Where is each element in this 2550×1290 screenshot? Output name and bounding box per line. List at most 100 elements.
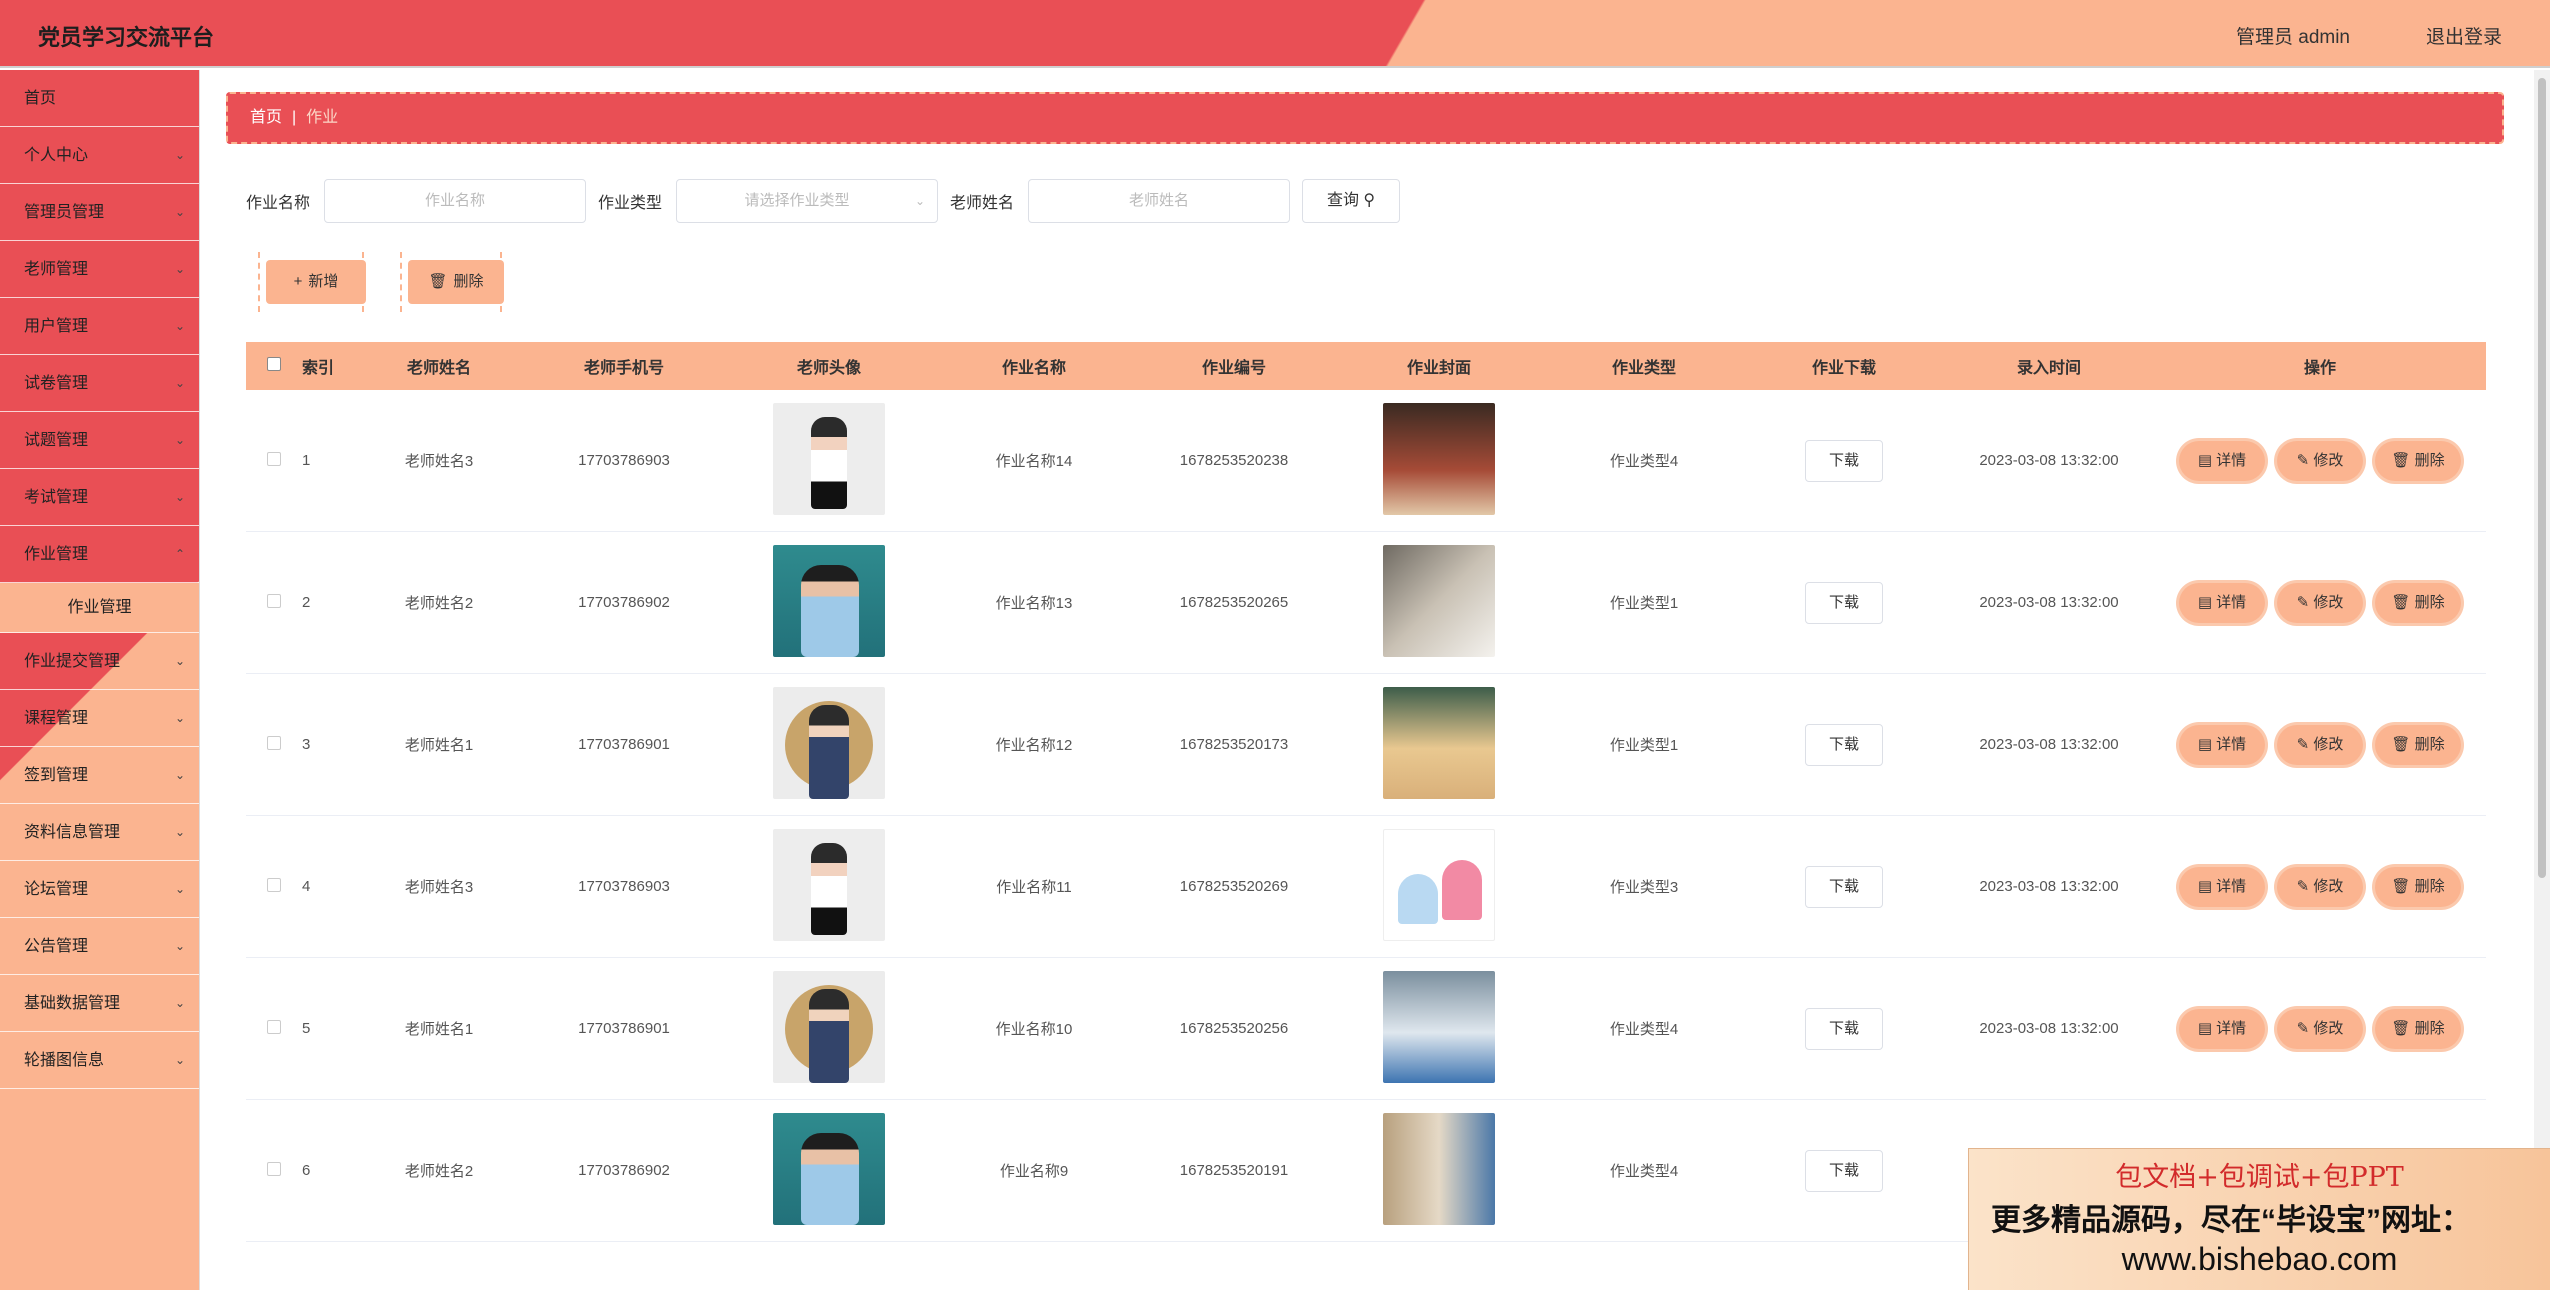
sidebar-item-exams[interactable]: 考试管理 ⌄	[0, 469, 199, 526]
promo-url[interactable]: www.bishebao.com	[1969, 1241, 2550, 1278]
homework-cover-image[interactable]	[1383, 402, 1495, 515]
sidebar-subitem-homework-manage[interactable]: 作业管理	[0, 583, 199, 633]
row-checkbox[interactable]	[267, 451, 281, 466]
detail-button[interactable]: ▤ 详情	[2179, 1008, 2265, 1049]
chevron-down-icon: ⌄	[174, 996, 185, 1010]
homework-name-cell: 作业名称11	[996, 879, 1072, 896]
detail-button[interactable]: ▤ 详情	[2179, 724, 2265, 765]
teacher-avatar-cell	[724, 970, 934, 1087]
detail-button[interactable]: ▤ 详情	[2179, 440, 2265, 481]
download-button[interactable]: 下载	[1805, 1007, 1883, 1050]
detail-button[interactable]: ▤ 详情	[2179, 582, 2265, 623]
sidebar-item-notices[interactable]: 公告管理 ⌄	[0, 918, 199, 975]
sidebar-item-homework[interactable]: 作业管理 ⌃	[0, 526, 199, 583]
homework-name-cell: 作业名称13	[995, 595, 1073, 612]
row-checkbox-cell	[246, 877, 302, 896]
download-cell: 下载	[1744, 1007, 1944, 1050]
index-cell: 1	[302, 452, 311, 469]
delete-button[interactable]: 🗑 删除	[2375, 724, 2461, 765]
delete-button[interactable]: 🗑 删除	[2375, 1008, 2461, 1049]
sidebar-item-label: 签到管理	[24, 767, 89, 784]
sidebar-item-basedata[interactable]: 基础数据管理 ⌄	[0, 975, 199, 1032]
download-button[interactable]: 下载	[1805, 865, 1883, 908]
homework-cover-image[interactable]	[1383, 686, 1495, 799]
edit-button[interactable]: ✎ 修改	[2277, 582, 2363, 623]
chevron-down-icon: ⌄	[174, 939, 185, 953]
download-button[interactable]: 下载	[1805, 439, 1883, 482]
sidebar-item-home[interactable]: 首页	[0, 70, 199, 127]
add-button[interactable]: + 新增	[258, 252, 366, 312]
plus-icon: +	[293, 273, 303, 290]
homework-name-input[interactable]: 作业名称	[324, 179, 587, 223]
homework-cover-image[interactable]	[1383, 970, 1495, 1083]
delete-button[interactable]: 🗑 删除	[2375, 582, 2461, 623]
homework-type-placeholder: 请选择作业类型	[744, 192, 850, 209]
teacher-avatar-image[interactable]	[773, 828, 885, 941]
download-button[interactable]: 下载	[1805, 723, 1883, 766]
row-checkbox[interactable]	[267, 1019, 281, 1034]
homework-type-select[interactable]: 请选择作业类型 ⌄	[676, 179, 939, 223]
homework-type-cell: 作业类型4	[1609, 1021, 1679, 1038]
edit-button[interactable]: ✎ 修改	[2277, 866, 2363, 907]
teacher-name-cell: 老师姓名2	[404, 595, 474, 612]
delete-button[interactable]: 🗑 删除	[2375, 866, 2461, 907]
index-cell: 3	[302, 736, 311, 753]
homework-cover-image[interactable]	[1383, 544, 1495, 657]
detail-button[interactable]: ▤ 详情	[2179, 866, 2265, 907]
delete-button[interactable]: 🗑 删除	[2375, 440, 2461, 481]
sidebar-item-papers[interactable]: 试卷管理 ⌄	[0, 355, 199, 412]
sidebar-item-homework-submit[interactable]: 作业提交管理 ⌄	[0, 633, 199, 690]
row-checkbox[interactable]	[267, 877, 281, 892]
download-button[interactable]: 下载	[1805, 581, 1883, 624]
homework-cover-image[interactable]	[1383, 1112, 1495, 1225]
chevron-down-icon: ⌄	[174, 1053, 185, 1067]
download-button[interactable]: 下载	[1805, 1149, 1883, 1192]
edit-button[interactable]: ✎ 修改	[2277, 724, 2363, 765]
teacher-avatar-image[interactable]	[773, 1112, 885, 1225]
breadcrumb-home[interactable]: 首页	[250, 109, 282, 126]
sidebar-item-courses[interactable]: 课程管理 ⌄	[0, 690, 199, 747]
row-checkbox[interactable]	[267, 593, 281, 608]
teacher-phone-cell: 17703786903	[578, 878, 670, 895]
edit-button[interactable]: ✎ 修改	[2277, 1008, 2363, 1049]
sidebar-item-admins[interactable]: 管理员管理 ⌄	[0, 184, 199, 241]
homework-name-cell: 作业名称10	[995, 1021, 1073, 1038]
homework-type-cell: 作业类型1	[1609, 737, 1679, 754]
teacher-name-input[interactable]: 老师姓名	[1028, 179, 1291, 223]
sidebar-item-label: 用户管理	[24, 318, 89, 335]
teacher-avatar-image[interactable]	[773, 544, 885, 657]
search-bar: 作业名称 作业名称 作业类型 请选择作业类型 ⌄ 老师姓名 老师姓名 查询 ⚲	[246, 178, 1401, 224]
table-row: 2 老师姓名2 17703786902 作业名称13 1678253520265…	[246, 532, 2486, 674]
teacher-avatar-image[interactable]	[773, 686, 885, 799]
teacher-name-cell: 老师姓名2	[404, 1163, 474, 1180]
teacher-avatar-image[interactable]	[773, 970, 885, 1083]
logout-link[interactable]: 退出登录	[2426, 22, 2502, 49]
vertical-scrollbar[interactable]	[2534, 70, 2550, 1290]
edit-button[interactable]: ✎ 修改	[2277, 440, 2363, 481]
teacher-avatar-image[interactable]	[773, 402, 885, 515]
query-button[interactable]: 查询 ⚲	[1302, 179, 1401, 223]
row-checkbox[interactable]	[267, 1161, 281, 1176]
trash-icon: 🗑	[2391, 451, 2411, 469]
sidebar-item-signin[interactable]: 签到管理 ⌄	[0, 747, 199, 804]
breadcrumb-separator: |	[292, 109, 297, 126]
chevron-down-icon: ⌄	[174, 654, 185, 668]
chevron-down-icon: ⌄	[174, 490, 185, 504]
sidebar-item-questions[interactable]: 试题管理 ⌄	[0, 412, 199, 469]
teacher-phone-cell: 17703786902	[578, 1162, 670, 1179]
trash-icon: 🗑	[2391, 1019, 2411, 1037]
homework-cover-image[interactable]	[1383, 828, 1495, 941]
select-all-checkbox[interactable]	[267, 356, 281, 371]
batch-delete-button[interactable]: 🗑 删除	[400, 252, 504, 312]
sidebar-item-users[interactable]: 用户管理 ⌄	[0, 298, 199, 355]
sidebar-item-teachers[interactable]: 老师管理 ⌄	[0, 241, 199, 298]
row-checkbox[interactable]	[267, 735, 281, 750]
sidebar-item-materials[interactable]: 资料信息管理 ⌄	[0, 804, 199, 861]
sidebar-item-carousel[interactable]: 轮播图信息 ⌄	[0, 1032, 199, 1089]
sidebar-item-personal[interactable]: 个人中心 ⌄	[0, 127, 199, 184]
operations-cell: ▤ 详情 ✎ 修改 🗑 删除	[2154, 582, 2486, 623]
sidebar-item-forum[interactable]: 论坛管理 ⌄	[0, 861, 199, 918]
sidebar-item-label: 公告管理	[24, 938, 89, 955]
scrollbar-thumb[interactable]	[2538, 78, 2546, 878]
chevron-down-icon: ⌄	[174, 825, 185, 839]
